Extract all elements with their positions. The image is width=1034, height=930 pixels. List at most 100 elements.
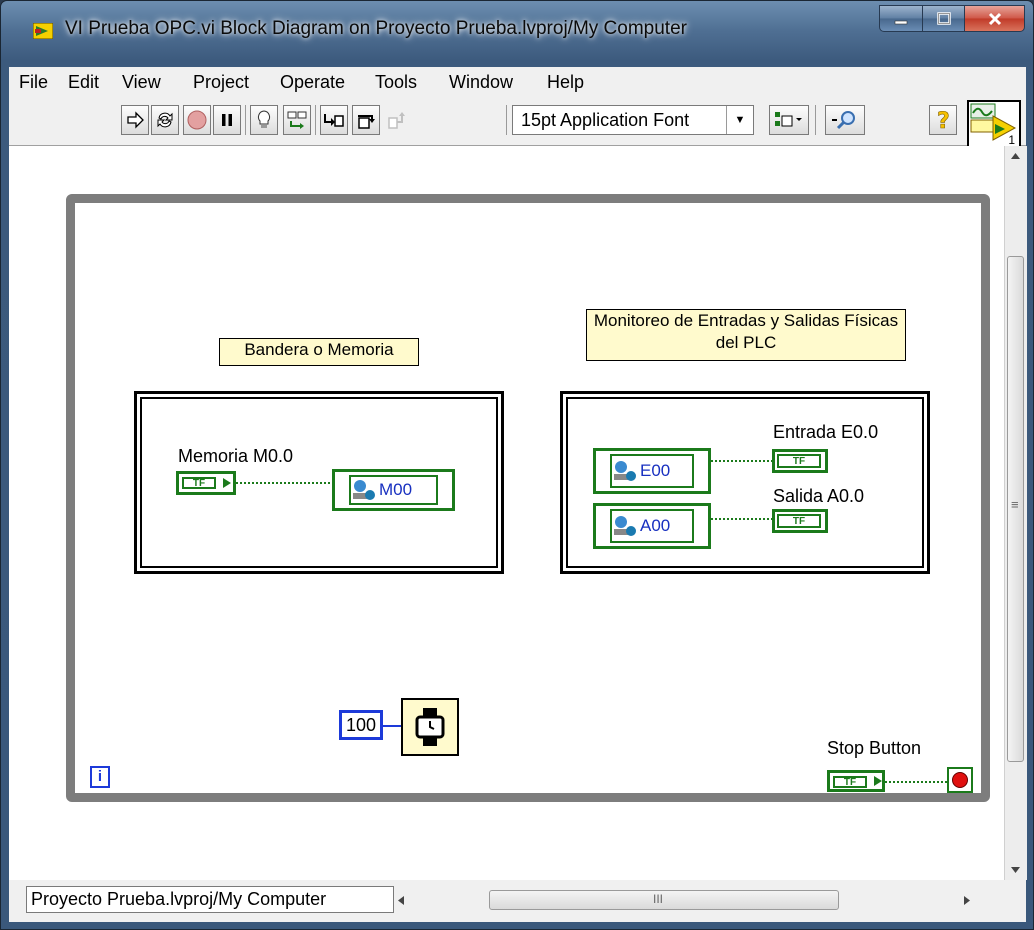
step-out-button[interactable] (384, 105, 412, 135)
block-diagram-window: VI Prueba OPC.vi Block Diagram on Proyec… (0, 0, 1034, 930)
minimize-button[interactable] (879, 5, 923, 32)
shared-variable-body: M00 (349, 475, 438, 505)
toolbar-separator (506, 105, 507, 135)
terminal-arrow-icon (874, 776, 882, 786)
loop-condition-terminal[interactable] (947, 767, 973, 793)
vi-connector-icon[interactable]: 1 (967, 100, 1021, 150)
menu-edit[interactable]: Edit (68, 72, 99, 93)
m00-shared-variable[interactable]: M00 (332, 469, 455, 511)
menu-file[interactable]: File (19, 72, 48, 93)
iteration-terminal[interactable]: i (90, 766, 110, 788)
monitoreo-label[interactable]: Monitoreo de Entradas y Salidas Físicas … (586, 309, 906, 361)
align-objects-button[interactable] (769, 105, 809, 135)
step-out-icon (388, 112, 405, 129)
stop-button-control[interactable]: TF (827, 770, 885, 792)
toolbar-separator (245, 105, 246, 135)
wait-ms-constant[interactable]: 100 (339, 710, 383, 740)
shared-variable-name: M00 (379, 480, 413, 499)
toolbar-separator (315, 105, 316, 135)
run-arrow-icon (127, 111, 144, 129)
minimize-icon (894, 20, 908, 24)
memoria-label: Memoria M0.0 (178, 446, 294, 466)
menu-project[interactable]: Project (193, 72, 249, 93)
stop-button-label: Stop Button (827, 738, 922, 758)
shared-variable-body: E00 (610, 454, 694, 488)
pause-button[interactable] (213, 105, 241, 135)
close-button[interactable] (965, 5, 1025, 32)
retain-wire-values-icon (287, 111, 307, 129)
entrada-wire[interactable] (711, 460, 773, 462)
caption-buttons (879, 5, 1025, 33)
entrada-boolean-indicator[interactable]: TF (772, 449, 828, 473)
run-continuously-icon (157, 112, 173, 128)
abort-icon (187, 110, 207, 130)
run-continuously-button[interactable] (151, 105, 179, 135)
menu-help[interactable]: Help (547, 72, 584, 93)
salida-boolean-indicator[interactable]: TF (772, 509, 828, 533)
menu-tools[interactable]: Tools (375, 72, 417, 93)
wait-ms-function[interactable] (401, 698, 459, 756)
labview-vi-icon (33, 23, 53, 39)
highlight-execution-button[interactable] (250, 105, 278, 135)
network-globe-icon (353, 480, 375, 500)
terminal-arrow-icon (223, 478, 231, 488)
e00-shared-variable[interactable]: E00 (593, 448, 711, 494)
block-diagram-canvas[interactable]: i Bandera o Memoria Monitoreo de Entrada… (9, 146, 1004, 880)
toolbar-separator (815, 105, 816, 135)
chevron-down-icon: ▼ (726, 106, 753, 134)
step-over-icon (358, 115, 375, 129)
bool-text: TF (777, 514, 821, 528)
horizontal-scrollbar[interactable]: III (397, 888, 982, 912)
shared-variable-body: A00 (610, 509, 694, 543)
a00-shared-variable[interactable]: A00 (593, 503, 711, 549)
title-bar[interactable]: VI Prueba OPC.vi Block Diagram on Proyec… (1, 1, 1033, 39)
abort-button[interactable] (183, 105, 211, 135)
menu-bar: File Edit View Project Operate Tools Win… (9, 67, 1026, 97)
network-globe-icon (614, 516, 636, 536)
entrada-label: Entrada E0.0 (773, 422, 879, 442)
stop-icon (952, 772, 968, 788)
run-button[interactable] (121, 105, 149, 135)
maximize-button[interactable] (923, 5, 965, 32)
shared-variable-name: E00 (640, 461, 671, 480)
svg-text:?: ? (937, 109, 950, 132)
status-bar: Proyecto Prueba.lvproj/My Computer III (9, 880, 1026, 922)
maximize-icon (936, 11, 951, 25)
toolbar: 15pt Application Font ▼ ? 1 (9, 97, 1026, 150)
window-title: VI Prueba OPC.vi Block Diagram on Proyec… (65, 18, 687, 39)
menu-operate[interactable]: Operate (280, 72, 345, 93)
menu-window[interactable]: Window (449, 72, 513, 93)
step-over-button[interactable] (352, 105, 380, 135)
bool-text: TF (777, 454, 821, 468)
pause-icon (222, 114, 232, 126)
close-icon (988, 12, 1001, 25)
salida-wire[interactable] (711, 518, 773, 520)
scroll-left-icon[interactable] (397, 895, 405, 906)
memoria-boolean-control[interactable]: TF (176, 471, 236, 495)
step-into-icon (324, 114, 344, 127)
shared-variable-name: A00 (640, 516, 671, 535)
memoria-wire[interactable] (236, 482, 334, 484)
bandera-label[interactable]: Bandera o Memoria (219, 338, 419, 366)
menu-view[interactable]: View (122, 72, 161, 93)
project-path: Proyecto Prueba.lvproj/My Computer (26, 886, 394, 913)
wait-watch-icon (415, 708, 445, 746)
highlight-execution-icon (257, 110, 271, 128)
scroll-grip-icon: ≡ (1011, 497, 1019, 512)
search-button[interactable] (825, 105, 865, 135)
vertical-scroll-thumb[interactable]: ≡ (1007, 256, 1024, 762)
step-into-button[interactable] (320, 105, 348, 135)
bool-text: TF (182, 477, 216, 489)
text-settings-select[interactable]: 15pt Application Font ▼ (512, 105, 754, 135)
scroll-right-icon[interactable] (963, 895, 971, 906)
context-help-button[interactable]: ? (929, 105, 957, 135)
vertical-scrollbar[interactable]: ≡ (1004, 146, 1027, 880)
scroll-up-icon[interactable] (1010, 152, 1021, 160)
bool-text: TF (833, 776, 867, 788)
stop-wire[interactable] (885, 781, 947, 783)
scroll-down-icon[interactable] (1010, 866, 1021, 874)
retain-wire-values-button[interactable] (283, 105, 311, 135)
horizontal-scroll-thumb[interactable]: III (489, 890, 839, 910)
constant-wire[interactable] (383, 725, 401, 727)
salida-label: Salida A0.0 (773, 486, 865, 506)
